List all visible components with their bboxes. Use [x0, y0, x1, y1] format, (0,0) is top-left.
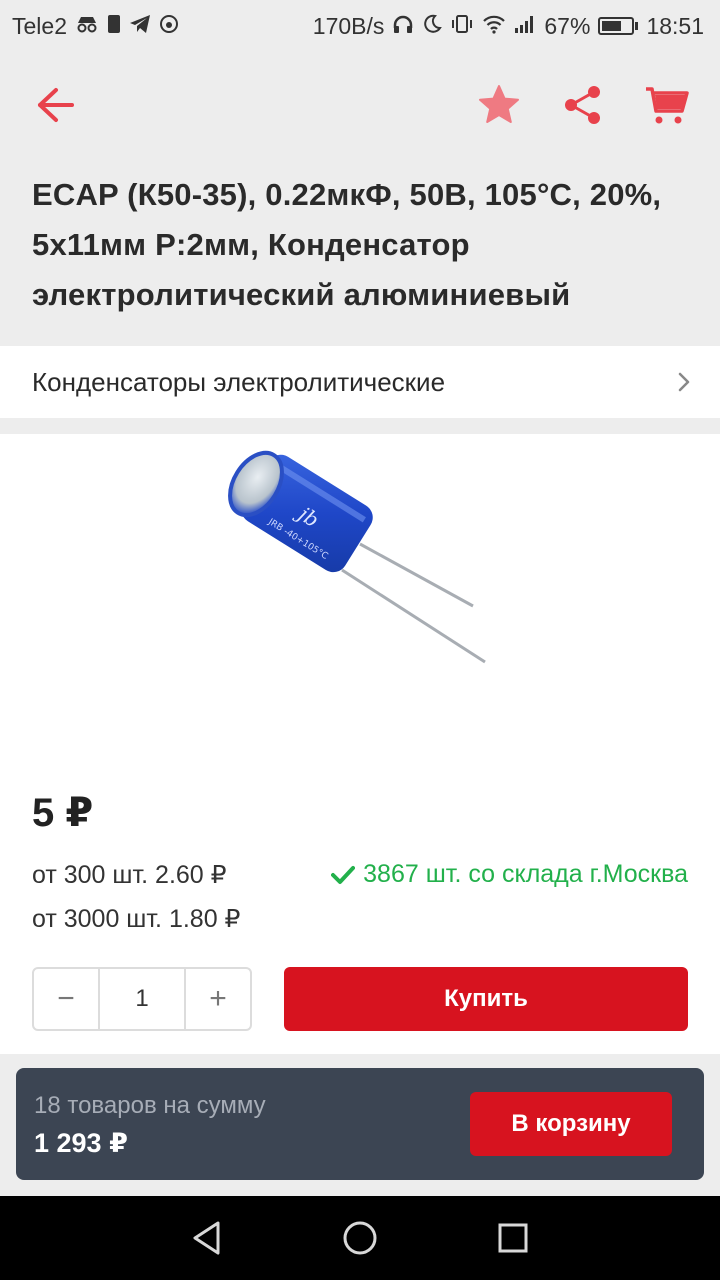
battery-icon — [598, 17, 639, 35]
product-card: jb JRB -40+105°C 5 ₽ от 300 шт. 2.60 ₽ о… — [0, 434, 720, 1054]
buy-button[interactable]: Купить — [284, 967, 688, 1031]
back-triangle-icon — [193, 1221, 220, 1255]
nav-recents-button[interactable] — [483, 1208, 543, 1268]
star-icon — [479, 85, 519, 123]
decrease-quantity-button[interactable]: − — [34, 969, 98, 1029]
quantity-stepper: − 1 + — [32, 967, 252, 1031]
moon-icon — [422, 14, 443, 38]
cart-summary-bar: 18 товаров на сумму 1 293 ₽ В корзину — [16, 1068, 704, 1180]
stock-text: 3867 шт. со склада г.Москва — [363, 860, 688, 888]
quantity-input[interactable]: 1 — [98, 969, 186, 1029]
product-header: ECAP (К50-35), 0.22мкФ, 50В, 105°C, 20%,… — [0, 52, 720, 344]
product-price: 5 ₽ — [32, 791, 94, 835]
category-label: Конденсаторы электролитические — [32, 366, 446, 397]
increase-quantity-button[interactable]: + — [186, 969, 250, 1029]
product-title: ECAP (К50-35), 0.22мкФ, 50В, 105°C, 20%,… — [32, 177, 662, 312]
header-actions — [476, 82, 690, 128]
carrier-label: Tele2 — [12, 12, 67, 39]
music-icon — [159, 14, 179, 38]
favorite-button[interactable] — [476, 82, 522, 128]
back-arrow-icon — [38, 88, 74, 122]
cart-total: 1 293 ₽ — [34, 1128, 128, 1158]
signal-icon — [514, 14, 536, 38]
status-right: 170B/s 67% 18:51 — [313, 13, 704, 40]
battery-percent: 67% — [544, 12, 591, 39]
stock-status: 3867 шт. со склада г.Москва — [331, 860, 688, 889]
net-speed: 170B/s — [312, 12, 385, 39]
sim-icon — [107, 14, 121, 38]
cart-button[interactable] — [644, 82, 690, 128]
recents-square-icon — [498, 1223, 528, 1253]
price-tier-300: от 300 шт. 2.60 ₽ — [32, 861, 227, 889]
chevron-right-icon — [678, 372, 690, 392]
product-image[interactable]: jb JRB -40+105°C — [220, 446, 510, 676]
nav-back-button[interactable] — [177, 1208, 237, 1268]
headphones-icon — [392, 14, 414, 38]
status-left: Tele2 — [12, 13, 179, 40]
go-to-cart-button[interactable]: В корзину — [470, 1092, 672, 1156]
cart-caption: 18 товаров на сумму — [34, 1092, 266, 1119]
price-tier-3000: от 3000 шт. 1.80 ₽ — [32, 905, 241, 933]
status-bar: Tele2 170B/s 67% 18:51 — [0, 0, 720, 52]
wifi-icon — [482, 14, 506, 38]
share-button[interactable] — [560, 82, 606, 128]
home-circle-icon — [343, 1221, 377, 1255]
system-nav-bar — [0, 1196, 720, 1280]
incognito-icon — [75, 15, 99, 37]
checkmark-icon — [331, 865, 356, 884]
category-link[interactable]: Конденсаторы электролитические — [0, 346, 720, 418]
clock: 18:51 — [646, 12, 704, 39]
vibrate-icon — [450, 14, 474, 38]
share-icon — [565, 86, 600, 124]
nav-home-button[interactable] — [330, 1208, 390, 1268]
telegram-icon — [129, 14, 151, 38]
back-button[interactable] — [30, 82, 82, 128]
cart-icon — [646, 87, 689, 124]
